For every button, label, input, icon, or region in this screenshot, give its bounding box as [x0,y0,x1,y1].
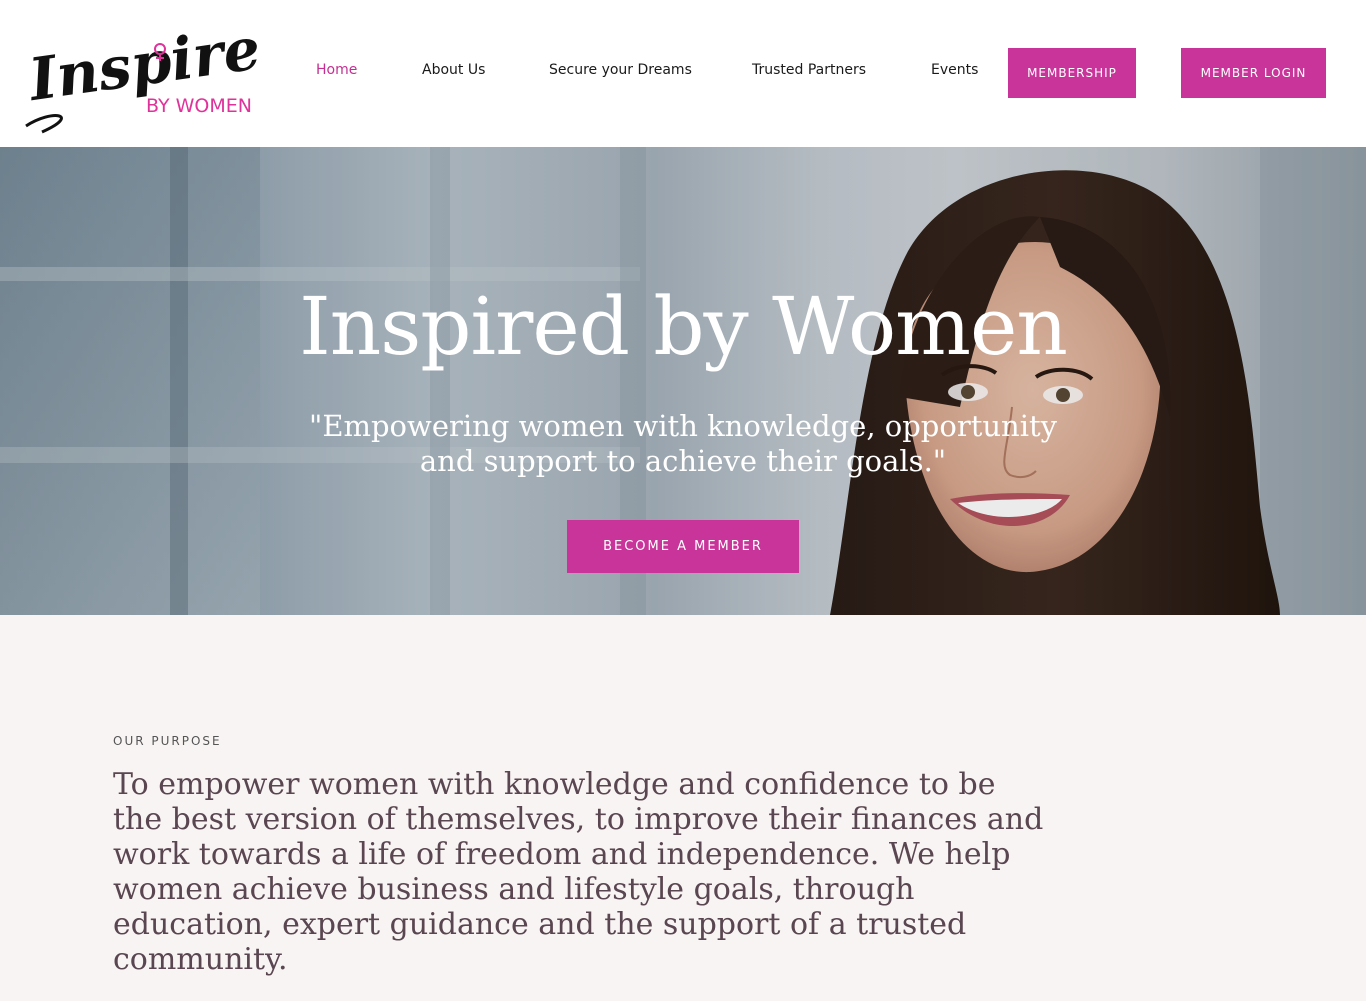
logo-sub-text: BY WOMEN [146,95,252,117]
site-logo[interactable]: Inspired BY WOMEN [22,14,258,134]
logo-graphic: Inspired BY WOMEN [23,14,258,134]
become-member-button[interactable]: BECOME A MEMBER [567,520,799,573]
nav-trusted-partners[interactable]: Trusted Partners [752,62,866,78]
nav-events[interactable]: Events [931,62,978,78]
hero-banner: Inspired by Women "Empowering women with… [0,147,1366,615]
purpose-label: OUR PURPOSE [113,734,222,748]
membership-button[interactable]: MEMBERSHIP [1008,48,1136,98]
logo-swash [25,114,63,134]
nav-about-us[interactable]: About Us [422,62,485,78]
nav-secure-your-dreams[interactable]: Secure your Dreams [549,62,692,78]
purpose-section: OUR PURPOSE To empower women with knowle… [0,615,1366,1001]
purpose-text: To empower women with knowledge and conf… [113,767,1044,977]
member-login-button[interactable]: MEMBER LOGIN [1181,48,1326,98]
hero-quote: "Empowering women with knowledge, opport… [308,409,1058,478]
nav-home[interactable]: Home [316,62,357,78]
site-header: Inspired BY WOMEN Home About Us Secure y… [0,0,1366,147]
hero-title: Inspired by Women [299,280,1068,373]
